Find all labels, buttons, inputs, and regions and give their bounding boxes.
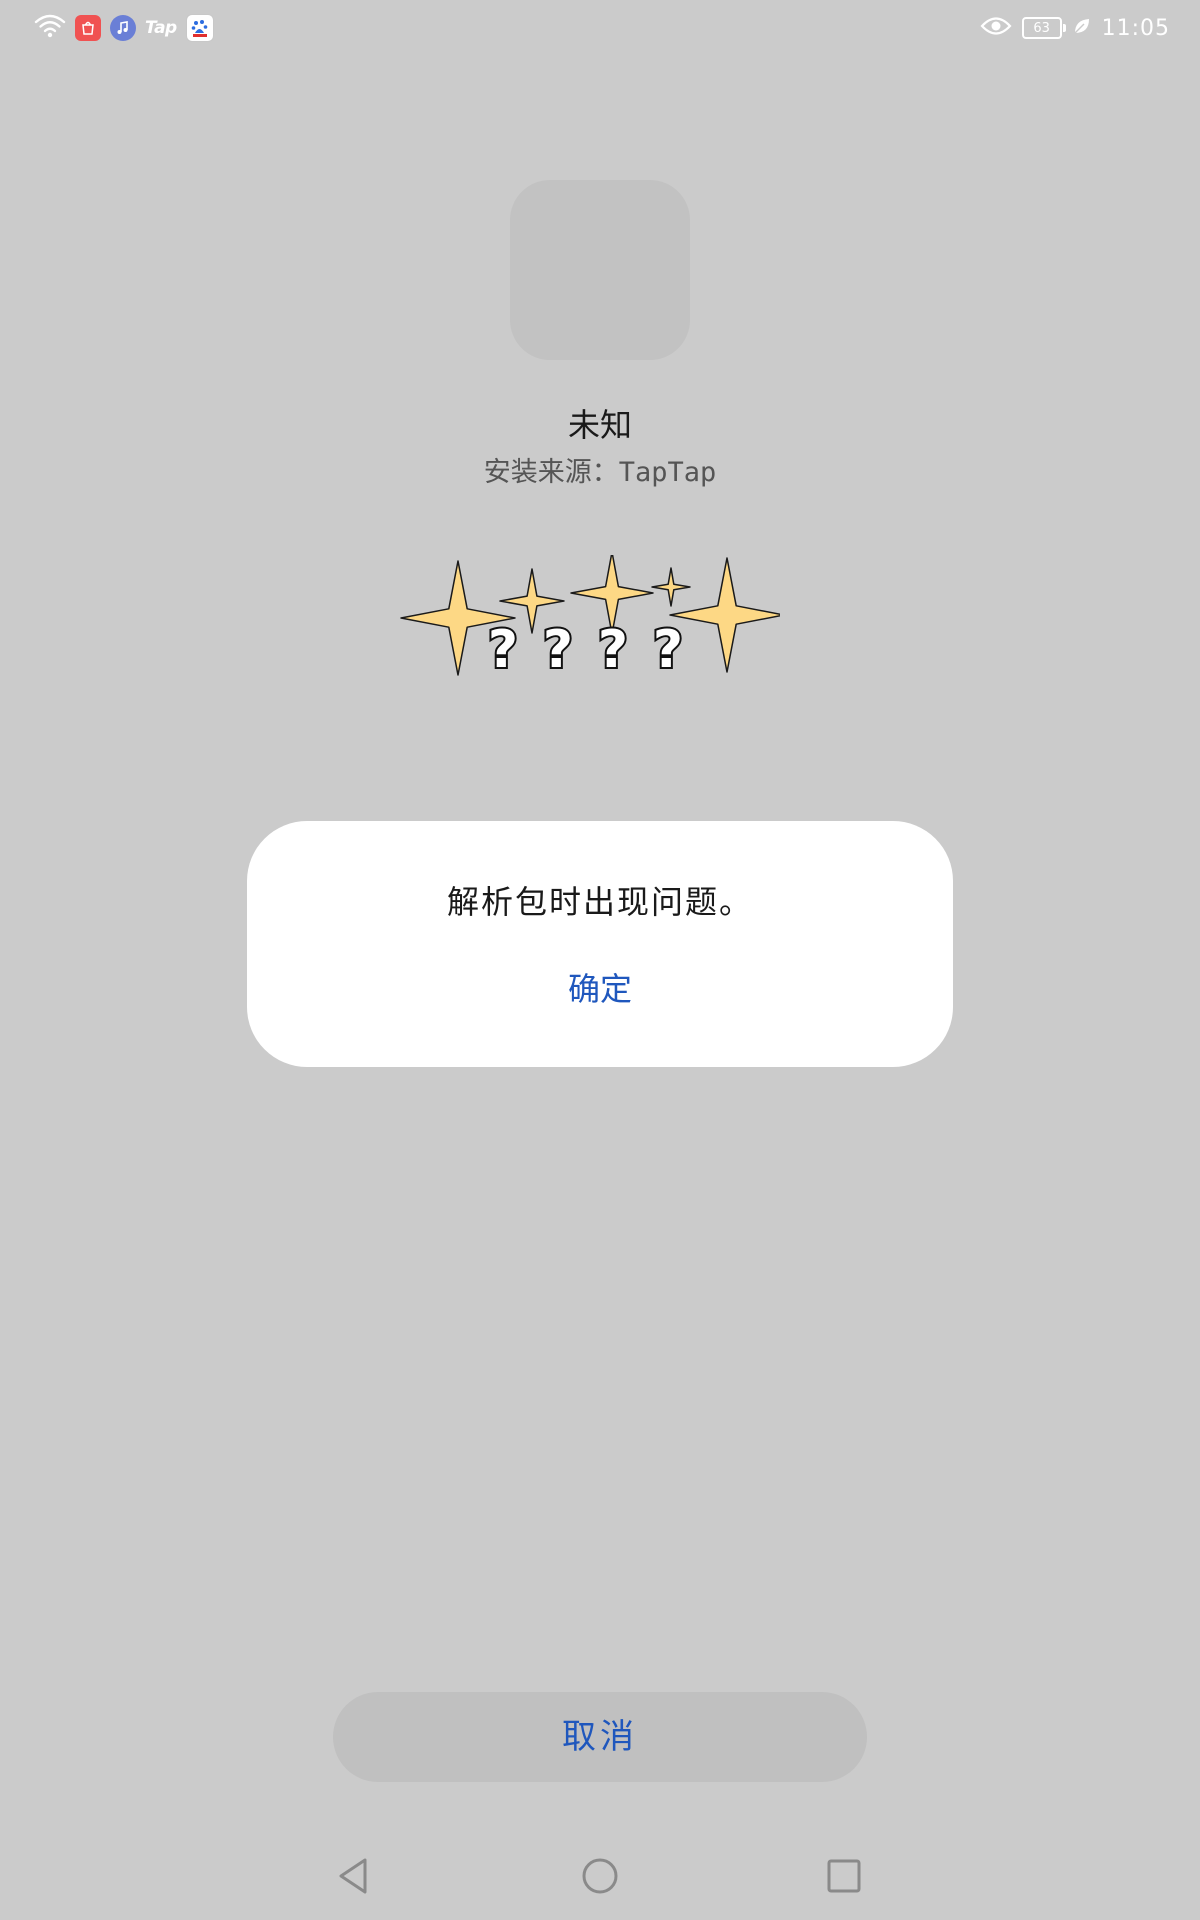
question-mark: ? <box>598 620 628 680</box>
battery-level: 63 <box>1033 20 1050 36</box>
question-mark: ? <box>543 620 573 680</box>
question-mark: ? <box>653 620 683 680</box>
question-marks: ???? <box>486 618 685 682</box>
back-triangle-icon <box>335 1856 371 1900</box>
navigation-bar <box>0 1840 1200 1920</box>
clock: 11:05 <box>1101 15 1170 41</box>
rating-stars: ???? <box>400 555 780 685</box>
leaf-icon <box>1072 16 1092 40</box>
sparkle-star-5 <box>669 557 780 673</box>
notification-area: Tap <box>34 12 214 44</box>
dialog-message: 解析包时出现问题。 <box>446 883 753 921</box>
recent-apps-button[interactable] <box>814 1854 874 1902</box>
eye-icon <box>980 15 1012 41</box>
question-mark: ? <box>488 620 518 680</box>
cancel-button[interactable]: 取消 <box>333 1692 867 1782</box>
stars-layer <box>400 555 780 676</box>
sparkle-star-4 <box>651 567 691 607</box>
app-icon-placeholder <box>510 180 690 360</box>
battery-indicator: 63 <box>1021 17 1066 39</box>
baidu-app-icon <box>185 14 214 42</box>
install-source: 安装来源：TapTap <box>483 457 717 488</box>
status-bar: Tap 63 11:05 <box>0 0 1200 56</box>
music-app-icon <box>110 15 136 41</box>
home-circle-icon <box>580 1856 620 1900</box>
app-name: 未知 <box>567 406 632 444</box>
error-dialog: 解析包时出现问题。 确定 <box>247 821 953 1067</box>
wifi-icon <box>34 13 66 43</box>
shopping-app-icon <box>75 15 101 41</box>
ok-button[interactable]: 确定 <box>500 959 700 1019</box>
home-button[interactable] <box>570 1854 630 1902</box>
system-status-area: 63 11:05 <box>980 12 1170 44</box>
recent-square-icon <box>826 1858 862 1898</box>
taptap-app-icon: Tap <box>145 18 177 38</box>
back-button[interactable] <box>323 1854 383 1902</box>
